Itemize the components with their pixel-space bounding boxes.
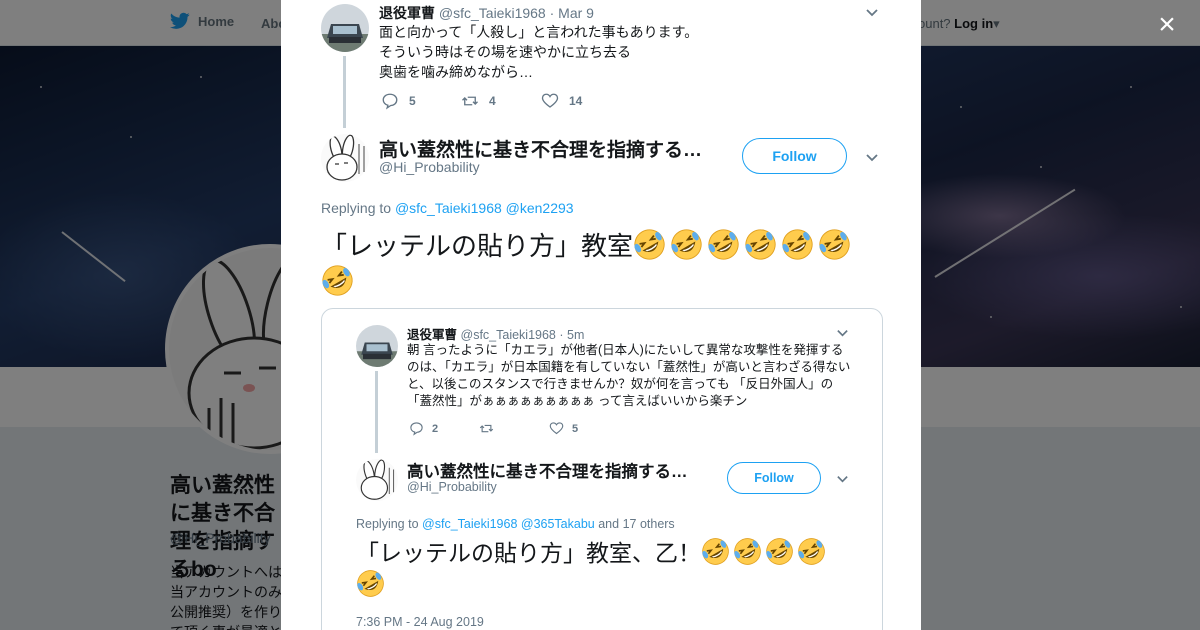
heart-icon [541,93,559,108]
like-action[interactable]: 14 [541,92,621,110]
rofl-emoji-icon [671,229,702,260]
parent-tweet-avatar[interactable] [321,4,369,52]
rofl-emoji-icon [745,229,776,260]
rofl-emoji-icon [782,229,813,260]
embedded-parent-avatar [356,325,398,367]
main-tweet-avatar[interactable] [321,134,369,182]
rabbit-avatar-icon [321,134,369,182]
rofl-emoji-icon [766,538,793,565]
parent-tweet-text: 面と向かって「人殺し」と言われた事もあります。 そういう時はその場を速やかに立ち… [379,24,699,80]
rofl-emoji-icon [634,229,665,260]
parent-tweet-actions: 5 4 14 [381,92,621,110]
vehicle-avatar-icon [356,325,398,367]
embedded-reply: 2 [409,421,479,436]
vehicle-avatar-icon [321,4,369,52]
main-tweet-handle[interactable]: @Hi_Probability [379,159,480,175]
embedded-timestamp: 7:36 PM - 24 Aug 2019 [356,615,484,629]
retweet-icon [479,424,494,433]
embedded-replying-to: Replying to @sfc_Taieki1968 @365Takabu a… [356,517,675,531]
chevron-down-icon[interactable] [865,5,879,19]
parent-tweet-header: 退役軍曹 @sfc_Taieki1968 · Mar 9 [379,3,594,23]
reply-count: 5 [409,94,416,108]
rofl-emoji-icon [708,229,739,260]
embedded-like: 5 [549,421,619,436]
embedded-parent-header: 退役軍曹 @sfc_Taieki1968 · 5m [407,328,585,342]
chevron-down-icon[interactable] [865,150,879,164]
rofl-emoji-icon [734,538,761,565]
rofl-emoji-icon [819,229,850,260]
embedded-reply-handle: @Hi_Probability [407,480,497,494]
attached-image[interactable]: 退役軍曹 @sfc_Taieki1968 · 5m 朝 言ったように「カエラ」が… [321,308,883,630]
heart-icon [549,422,564,435]
embedded-reply-text: 「レッテルの貼り方」教室、乙！ [356,537,836,601]
parent-tweet-date[interactable]: · Mar 9 [550,5,594,21]
reply-action[interactable]: 5 [381,92,461,110]
reply-icon [382,93,398,110]
replying-to: Replying to @sfc_Taieki1968 @ken2293 [321,200,574,216]
rofl-emoji-icon [357,570,384,597]
chevron-down-icon [837,330,848,337]
embedded-parent-text: 朝 言ったように「カエラ」が他者(日本人)にたいして異常な攻撃性を発揮するのは、… [407,343,851,408]
main-tweet-name[interactable]: 高い蓋然性に基き不合理を指摘する… [379,135,702,162]
thread-line [343,56,346,128]
replying-to-users[interactable]: @sfc_Taieki1968 @ken2293 [395,200,574,216]
embedded-parent-actions: 2 5 [409,421,619,436]
embedded-reply-name: 高い蓋然性に基き不合理を指摘する… [407,463,688,481]
like-count: 14 [569,94,583,108]
reply-icon [410,422,423,436]
rofl-emoji-icon [702,538,729,565]
chevron-down-icon [837,476,848,483]
embedded-thread-line [375,371,378,453]
rabbit-avatar-icon [356,459,398,501]
embedded-retweet [479,421,549,436]
main-tweet-text: 「レッテルの貼り方」教室 [321,228,886,300]
follow-button[interactable]: Follow [742,138,847,174]
close-icon[interactable]: × [1154,10,1180,40]
embedded-reply-avatar [356,459,398,501]
tweet-modal: 退役軍曹 @sfc_Taieki1968 · Mar 9 面と向かって「人殺し」… [281,0,921,630]
retweet-action[interactable]: 4 [461,92,541,110]
parent-tweet-handle[interactable]: @sfc_Taieki1968 [439,5,546,21]
retweet-count: 4 [489,94,496,108]
rofl-emoji-icon [798,538,825,565]
embedded-follow-button: Follow [727,462,821,494]
parent-tweet-name[interactable]: 退役軍曹 [379,5,435,21]
rofl-emoji-icon [322,265,353,296]
retweet-icon [462,96,478,106]
